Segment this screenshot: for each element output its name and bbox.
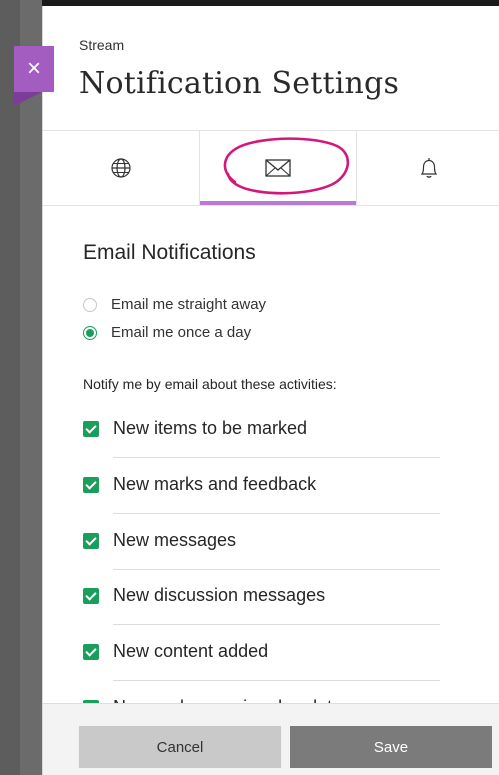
radio-email-once-a-day[interactable]: Email me once a day	[83, 324, 251, 341]
checkbox[interactable]	[83, 532, 99, 549]
checkbox[interactable]	[83, 643, 99, 660]
section-title: Email Notifications	[83, 241, 256, 264]
envelope-icon	[265, 159, 291, 177]
checkbox-label: New discussion messages	[113, 585, 326, 605]
checkbox-new-discussion-messages[interactable]: New discussion messages	[83, 585, 440, 606]
globe-icon	[111, 158, 131, 178]
checkbox[interactable]	[83, 476, 99, 493]
radio-button[interactable]	[83, 297, 97, 312]
notification-settings-panel: Stream Notification Settings Email Notif…	[42, 6, 499, 775]
checkbox[interactable]	[83, 420, 99, 437]
email-settings-content: Email Notifications Email me straight aw…	[43, 206, 499, 710]
tab-email[interactable]	[200, 131, 357, 205]
panel-eyebrow: Stream	[79, 37, 125, 53]
checkbox-new-items-to-be-marked[interactable]: New items to be marked	[83, 418, 440, 439]
checkbox-label: New messages	[113, 530, 237, 550]
save-button[interactable]: Save	[290, 726, 492, 768]
background-page-strip	[20, 0, 42, 775]
notification-tabs	[43, 131, 499, 205]
checkbox-label: New content added	[113, 641, 269, 661]
background-page-left	[0, 0, 20, 775]
radio-button-selected[interactable]	[83, 325, 97, 340]
divider	[113, 680, 440, 681]
checkbox-new-marks-and-feedback[interactable]: New marks and feedback	[83, 474, 440, 495]
close-tab-fold	[14, 92, 42, 106]
radio-label: Email me once a day	[111, 324, 252, 341]
panel-footer: Cancel Save	[43, 703, 499, 775]
tab-stream[interactable]	[357, 131, 499, 205]
checkbox-label: New marks and feedback	[113, 474, 317, 494]
bell-icon	[420, 158, 437, 178]
tab-global[interactable]	[43, 131, 200, 205]
close-panel-button[interactable]: ×	[14, 46, 54, 92]
page-title: Notification Settings	[79, 66, 400, 101]
checkbox-new-content-added[interactable]: New content added	[83, 641, 440, 662]
checkbox-label: New items to be marked	[113, 418, 308, 438]
radio-email-straight-away[interactable]: Email me straight away	[83, 296, 266, 313]
checkbox[interactable]	[83, 587, 99, 604]
divider	[113, 513, 440, 514]
close-icon[interactable]: ×	[14, 46, 54, 92]
cancel-button[interactable]: Cancel	[79, 726, 281, 768]
divider	[113, 624, 440, 625]
divider	[113, 457, 440, 458]
activities-label: Notify me by email about these activitie…	[83, 376, 337, 392]
app-viewport: × Stream Notification Settings Email Not…	[0, 0, 499, 775]
checkbox-new-messages[interactable]: New messages	[83, 530, 440, 551]
divider	[113, 569, 440, 570]
radio-label: Email me straight away	[111, 296, 267, 313]
